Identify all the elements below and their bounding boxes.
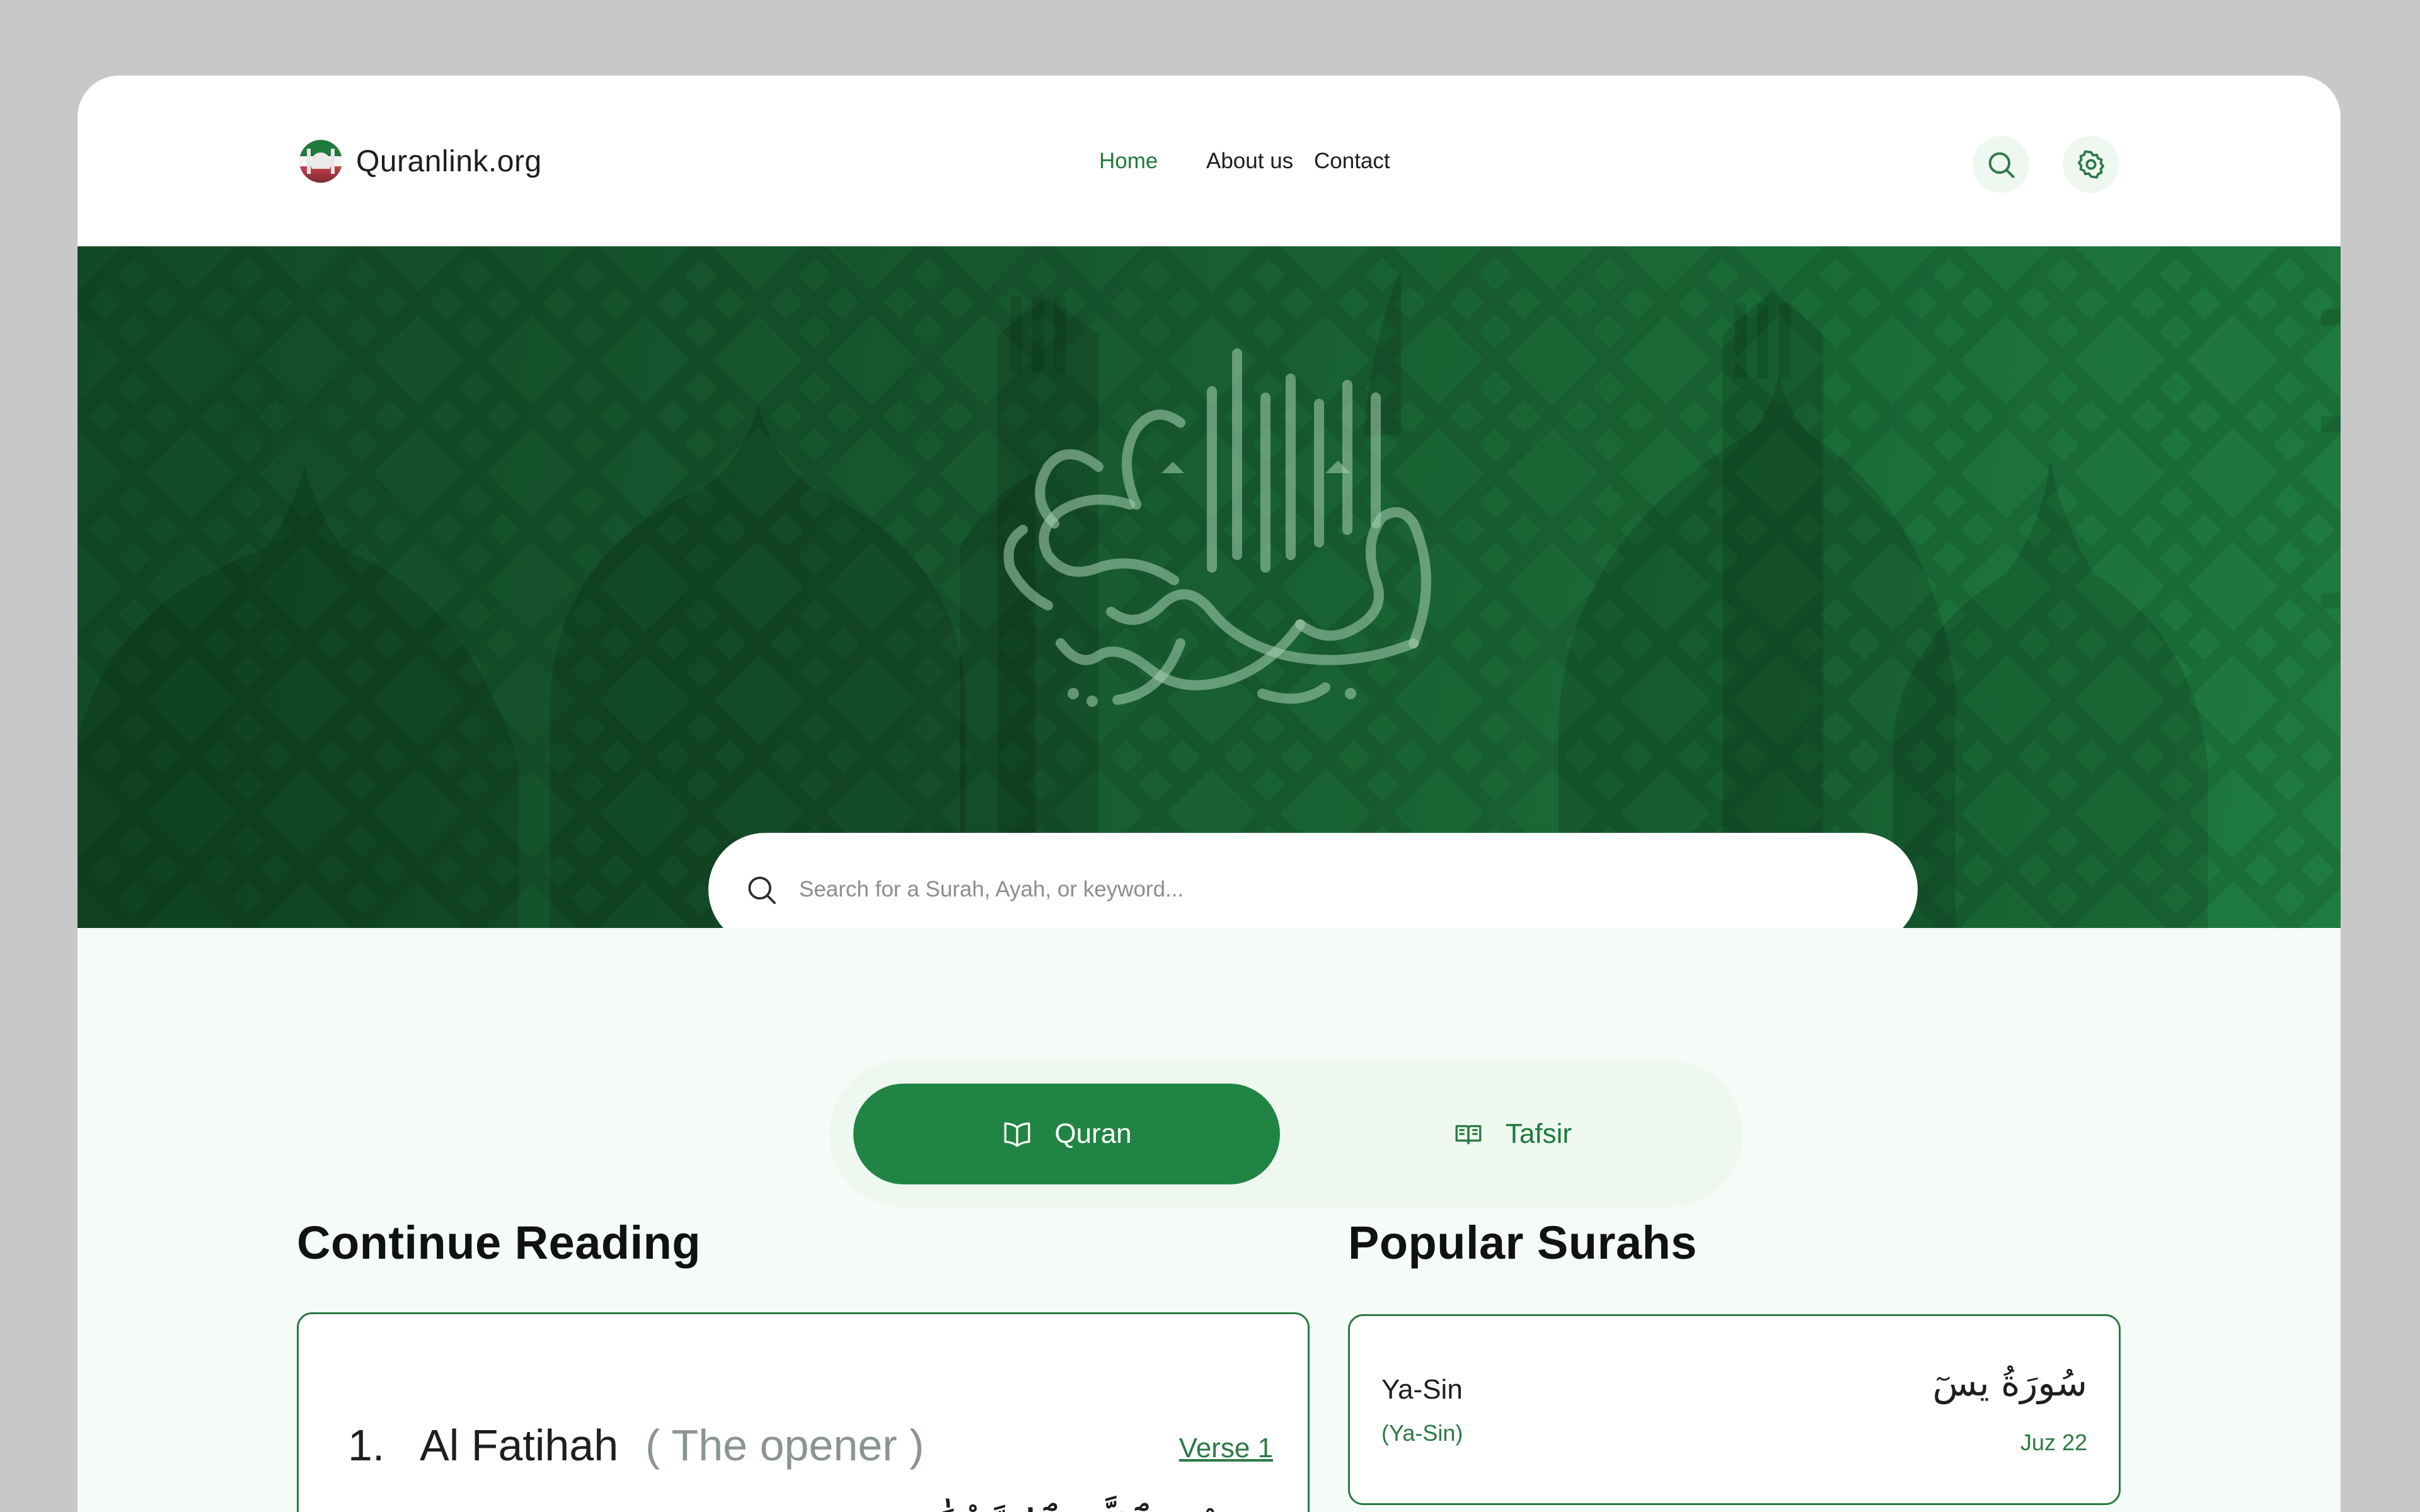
bismillah-calligraphy-icon xyxy=(1003,348,1431,707)
tab-tafsir-label: Tafsir xyxy=(1505,1118,1572,1149)
popular-surah-juz: Juz 22 xyxy=(2020,1429,2087,1455)
nav-home[interactable]: Home xyxy=(1099,149,1158,174)
continue-reading-title: Continue Reading xyxy=(297,1217,701,1269)
popular-surah-card[interactable]: Ya-Sin (Ya-Sin) سُورَةُ يسٓ Juz 22 xyxy=(1348,1314,2121,1505)
browser-frame: Quranlink.org Home About us Contact Sear… xyxy=(78,76,2341,1512)
hero-banner xyxy=(78,246,2341,928)
popular-surahs-title: Popular Surahs xyxy=(1348,1217,1697,1269)
gear-icon xyxy=(2077,150,2105,179)
site-name: Quranlink.org xyxy=(356,144,542,178)
site-header: Quranlink.org Home About us Contact xyxy=(78,76,2341,246)
surah-number: 1. xyxy=(348,1421,385,1470)
popular-surah-arabic: سُورَةُ يسٓ xyxy=(1932,1361,2087,1404)
tab-quran[interactable]: Quran xyxy=(853,1084,1280,1184)
open-book-icon xyxy=(1004,1122,1030,1147)
hero-search-bar[interactable] xyxy=(708,833,1918,928)
mosque-logo-icon xyxy=(299,140,342,183)
search-input[interactable] xyxy=(799,877,1870,902)
site-logo[interactable]: Quranlink.org xyxy=(299,140,542,183)
nav-about[interactable]: About us xyxy=(1206,149,1293,174)
nav-contact[interactable]: Contact xyxy=(1314,149,1390,174)
popular-surah-translation: (Ya-Sin) xyxy=(1381,1420,1463,1446)
popular-surah-name: Ya-Sin xyxy=(1381,1374,1463,1405)
book-icon xyxy=(1455,1125,1482,1145)
settings-button[interactable] xyxy=(2063,136,2119,193)
search-icon xyxy=(748,876,776,904)
header-search-button[interactable] xyxy=(1973,136,2029,193)
surah-name: Al Fatihah xyxy=(420,1421,619,1470)
tab-quran-label: Quran xyxy=(1054,1118,1132,1149)
arabic-verse-text: بِسْمِ ٱللَّهِ ٱلرَّحْمَٰنِ xyxy=(909,1497,1247,1512)
verse-link[interactable]: Verse 1 xyxy=(1179,1433,1273,1464)
content-type-toggle: Quran Tafsir xyxy=(829,1060,1743,1207)
continue-reading-card[interactable]: 1. Al Fatihah ( The opener ) Verse 1 بِس… xyxy=(297,1312,1310,1512)
tab-tafsir[interactable]: Tafsir xyxy=(1299,1084,1726,1184)
surah-translation: ( The opener ) xyxy=(645,1421,925,1470)
search-icon xyxy=(1988,152,2015,178)
